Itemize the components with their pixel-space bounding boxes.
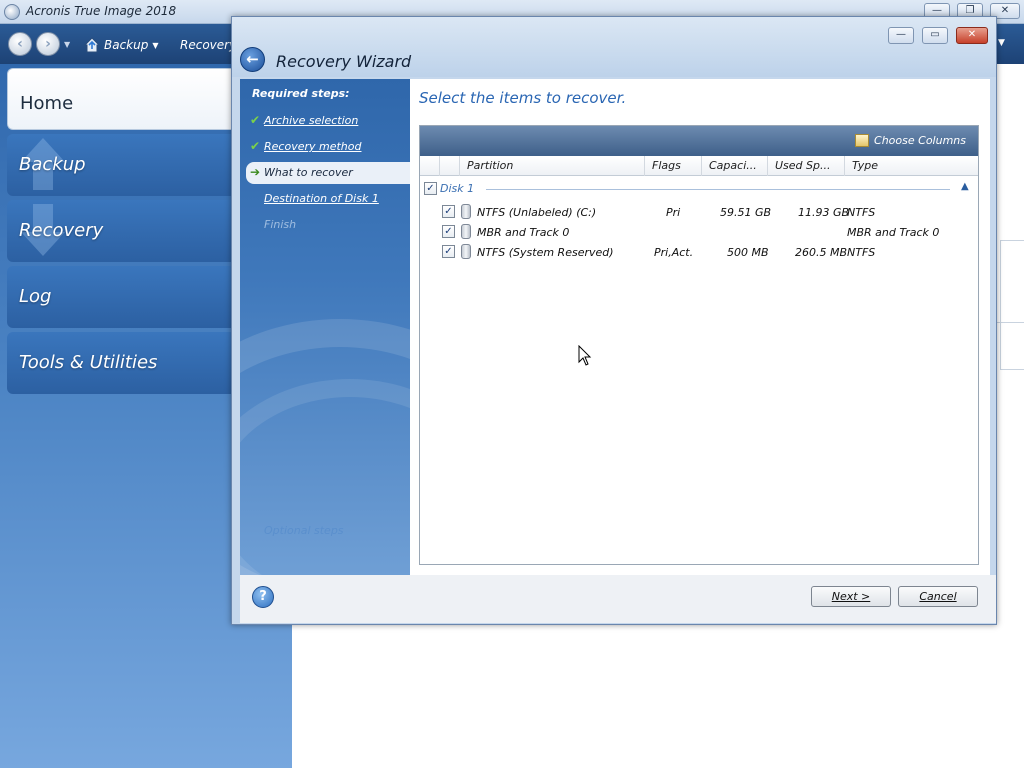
sidebar-item-label: Backup — [19, 154, 86, 175]
partition-type: NTFS — [847, 206, 876, 219]
partition-disk-icon — [461, 204, 471, 219]
app-title: Acronis True Image 2018 — [26, 4, 177, 18]
recovery-wizard-dialog: ← Recovery Wizard — ▭ ✕ Required steps: … — [231, 16, 997, 625]
wizard-main-panel: Select the items to recover. Choose Colu… — [410, 79, 990, 575]
wizard-footer: ? Next > Cancel — [240, 575, 996, 623]
partition-name: NTFS (Unlabeled) (C:) — [477, 206, 597, 219]
step-what-to-recover[interactable]: ➔ What to recover — [246, 162, 410, 184]
column-type[interactable]: Type — [845, 156, 978, 176]
collapse-chevron-icon[interactable]: ▲ — [961, 181, 969, 192]
step-label: Destination of Disk 1 — [264, 192, 379, 205]
step-label: What to recover — [264, 166, 353, 179]
partition-type: MBR and Track 0 — [847, 226, 940, 239]
choose-columns-label: Choose Columns — [874, 134, 966, 147]
column-used-space[interactable]: Used Sp... — [768, 156, 845, 176]
next-button[interactable]: Next > — [811, 586, 891, 607]
wizard-title: Recovery Wizard — [276, 52, 412, 71]
step-destination-disk-1[interactable]: Destination of Disk 1 — [246, 188, 410, 210]
page-heading: Select the items to recover. — [419, 89, 627, 107]
partition-disk-icon — [461, 244, 471, 259]
step-archive-selection[interactable]: ✔ Archive selection — [246, 110, 410, 132]
toolbar-recovery-label: Recovery — [180, 38, 232, 52]
required-steps-header: Required steps: — [252, 87, 350, 100]
cancel-button[interactable]: Cancel — [898, 586, 978, 607]
partition-grid: Choose Columns Partition Flags Capaci...… — [419, 125, 979, 565]
disk-checkbox[interactable]: ✓ — [424, 182, 437, 195]
column-select[interactable] — [420, 156, 440, 176]
backup-home-icon — [84, 37, 100, 53]
wizard-minimize-button[interactable]: — — [888, 27, 914, 44]
history-dropdown-icon[interactable]: ▼ — [64, 40, 70, 49]
wizard-close-button[interactable]: ✕ — [956, 27, 988, 44]
grid-toolbar: Choose Columns — [420, 126, 978, 156]
mouse-cursor-icon — [578, 345, 592, 366]
sidebar-item-label: Tools & Utilities — [19, 352, 158, 373]
step-label: Recovery method — [264, 140, 362, 153]
wizard-steps-panel: Required steps: ✔ Archive selection ✔ Re… — [240, 79, 410, 575]
content-panel-edge — [1000, 240, 1024, 370]
decorative-swirl — [240, 379, 410, 575]
toolbar-recovery-button[interactable]: Recovery — [176, 36, 232, 54]
forward-nav-button[interactable]: › — [36, 32, 60, 56]
wizard-maximize-button[interactable]: ▭ — [922, 27, 948, 44]
table-row[interactable]: ✓ NTFS (System Reserved) Pri,Act. 500 MB… — [420, 242, 978, 262]
table-row[interactable]: ✓ MBR and Track 0 MBR and Track 0 — [420, 222, 978, 242]
column-capacity[interactable]: Capaci... — [702, 156, 768, 176]
content-divider — [994, 322, 1024, 323]
partition-name: MBR and Track 0 — [477, 226, 570, 239]
partition-name: NTFS (System Reserved) — [477, 246, 614, 259]
partition-checkbox[interactable]: ✓ — [442, 225, 455, 238]
sidebar-item-label: Recovery — [19, 220, 104, 241]
toolbar-backup-label: Backup — [104, 38, 149, 52]
partition-flags: Pri — [666, 206, 681, 219]
partition-flags: Pri,Act. — [654, 246, 694, 259]
partition-capacity: 500 MB — [727, 246, 769, 259]
checkmark-icon: ✔ — [250, 139, 261, 153]
column-partition[interactable]: Partition — [460, 156, 645, 176]
step-recovery-method[interactable]: ✔ Recovery method — [246, 136, 410, 158]
columns-icon — [855, 134, 870, 147]
disk-label: Disk 1 — [440, 182, 475, 195]
step-label: Archive selection — [264, 114, 359, 127]
disk-group-row[interactable]: ✓ Disk 1 ▲ — [424, 180, 974, 198]
wizard-back-button[interactable]: ← — [240, 47, 265, 72]
step-label: Finish — [264, 218, 297, 231]
optional-steps-label: Optional steps — [264, 524, 344, 537]
partition-capacity: 59.51 GB — [720, 206, 772, 219]
current-step-arrow-icon: ➔ — [250, 165, 261, 179]
sidebar-item-label: Home — [20, 93, 74, 114]
app-logo-icon — [4, 4, 20, 20]
partition-used: 260.5 MB — [795, 246, 848, 259]
toolbar-backup-button[interactable]: Backup ▼ — [84, 36, 159, 54]
sidebar-item-label: Log — [19, 286, 52, 307]
partition-checkbox[interactable]: ✓ — [442, 205, 455, 218]
partition-checkbox[interactable]: ✓ — [442, 245, 455, 258]
partition-type: NTFS — [847, 246, 876, 259]
column-icon[interactable] — [440, 156, 460, 176]
choose-columns-button[interactable]: Choose Columns — [855, 134, 966, 147]
backup-dropdown-icon: ▼ — [152, 40, 159, 50]
column-flags[interactable]: Flags — [645, 156, 702, 176]
partition-disk-icon — [461, 224, 471, 239]
checkmark-icon: ✔ — [250, 113, 261, 127]
help-icon[interactable]: ? — [252, 586, 274, 608]
next-button-label: Next > — [831, 590, 871, 603]
partition-used: 11.93 GB — [798, 206, 850, 219]
back-nav-button[interactable]: ‹ — [8, 32, 32, 56]
table-row[interactable]: ✓ NTFS (Unlabeled) (C:) Pri 59.51 GB 11.… — [420, 202, 978, 222]
cancel-button-label: Cancel — [919, 590, 957, 603]
step-finish: Finish — [246, 214, 410, 236]
disk-group-divider — [486, 189, 950, 190]
wizard-titlebar: ← Recovery Wizard — ▭ ✕ — [232, 17, 996, 77]
toolbar-more-dropdown-icon[interactable]: ▼ — [998, 38, 1005, 48]
grid-column-header: Partition Flags Capaci... Used Sp... Typ… — [420, 156, 978, 176]
